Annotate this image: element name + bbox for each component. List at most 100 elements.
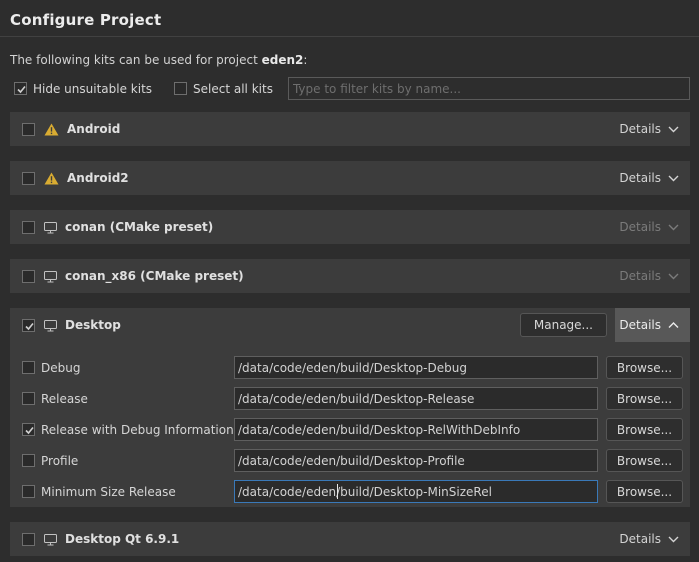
warning-icon (44, 172, 59, 185)
details-toggle[interactable]: Details (615, 112, 690, 146)
kit-checkbox[interactable] (22, 123, 35, 136)
kit-header: Android Details (10, 112, 690, 146)
kit-header: Desktop Qt 6.9.1 Details (10, 522, 690, 556)
kit-header: Android2 Details (10, 161, 690, 195)
build-config-label: Debug (41, 361, 80, 375)
kit-checkbox[interactable] (22, 221, 35, 234)
kit-card-conan: conan (CMake preset) Details (10, 210, 690, 244)
build-config-list: Debug Browse... Release (10, 342, 690, 507)
build-dir-input[interactable] (234, 418, 598, 441)
page-content: The following kits can be used for proje… (0, 53, 699, 562)
kit-name: conan (CMake preset) (65, 220, 213, 234)
details-label: Details (619, 122, 661, 136)
manage-kits-button[interactable]: Manage... (520, 313, 607, 337)
kit-name: Android (67, 122, 120, 136)
browse-button[interactable]: Browse... (606, 480, 683, 503)
checkmark-icon (23, 424, 36, 437)
build-dir-field-wrap (234, 387, 598, 410)
details-toggle: Details (615, 210, 690, 244)
project-name: eden2 (262, 53, 304, 67)
browse-button[interactable]: Browse... (606, 418, 683, 441)
kit-name: Desktop Qt 6.9.1 (65, 532, 179, 546)
build-config-label: Release (41, 392, 88, 406)
build-dir-field-wrap (234, 480, 598, 503)
details-toggle[interactable]: Details (615, 308, 690, 342)
build-config-label: Minimum Size Release (41, 485, 176, 499)
details-toggle: Details (615, 259, 690, 293)
select-all-kits-label: Select all kits (193, 82, 273, 96)
build-config-checkbox[interactable] (22, 485, 35, 498)
browse-button[interactable]: Browse... (606, 387, 683, 410)
kits-hint-text: The following kits can be used for proje… (10, 53, 690, 67)
kit-checkbox[interactable] (22, 270, 35, 283)
build-dir-input-focused[interactable] (234, 480, 598, 503)
kit-checkbox[interactable] (22, 533, 35, 546)
build-config-row-debug: Debug Browse... (22, 356, 690, 379)
details-label: Details (619, 269, 661, 283)
kit-card-conan-x86: conan_x86 (CMake preset) Details (10, 259, 690, 293)
build-config-checkbox[interactable] (22, 392, 35, 405)
build-config-option: Debug (22, 361, 234, 375)
chevron-down-icon (668, 175, 679, 182)
build-config-label: Profile (41, 454, 78, 468)
build-dir-input[interactable] (234, 356, 598, 379)
details-toggle[interactable]: Details (615, 522, 690, 556)
details-label: Details (619, 171, 661, 185)
kit-header: conan (CMake preset) Details (10, 210, 690, 244)
kit-name: conan_x86 (CMake preset) (65, 269, 244, 283)
chevron-down-icon (668, 126, 679, 133)
desktop-icon (44, 533, 57, 546)
build-dir-field-wrap (234, 418, 598, 441)
select-all-kits-option[interactable]: Select all kits (174, 82, 273, 96)
build-config-option: Minimum Size Release (22, 485, 234, 499)
build-config-row-release: Release Browse... (22, 387, 690, 410)
details-toggle[interactable]: Details (615, 161, 690, 195)
chevron-down-icon (668, 536, 679, 543)
warning-icon (44, 123, 59, 136)
build-config-checkbox[interactable] (22, 423, 35, 436)
kit-card-android2: Android2 Details (10, 161, 690, 195)
build-config-option: Release (22, 392, 234, 406)
hide-unsuitable-kits-checkbox[interactable] (14, 82, 27, 95)
select-all-kits-checkbox[interactable] (174, 82, 187, 95)
details-label: Details (619, 532, 661, 546)
build-dir-input[interactable] (234, 387, 598, 410)
build-config-row-profile: Profile Browse... (22, 449, 690, 472)
checkmark-icon (23, 320, 36, 333)
build-config-label: Release with Debug Information (41, 423, 234, 437)
text-caret (337, 484, 338, 499)
kit-list: Android Details Android2 Details (10, 112, 690, 562)
page-header: Configure Project (0, 0, 699, 37)
kits-hint-suffix: : (303, 53, 307, 67)
build-config-option: Profile (22, 454, 234, 468)
checkmark-icon (15, 83, 28, 96)
page-title: Configure Project (10, 11, 689, 29)
kit-card-android: Android Details (10, 112, 690, 146)
desktop-icon (44, 221, 57, 234)
build-config-checkbox[interactable] (22, 361, 35, 374)
configure-project-page: Configure Project The following kits can… (0, 0, 699, 562)
build-config-row-relwithdebinfo: Release with Debug Information Browse... (22, 418, 690, 441)
kit-checkbox[interactable] (22, 319, 35, 332)
desktop-icon (44, 319, 57, 332)
details-label: Details (619, 318, 661, 332)
kit-filter-input[interactable] (288, 77, 690, 100)
hide-unsuitable-kits-option[interactable]: Hide unsuitable kits (14, 82, 152, 96)
browse-button[interactable]: Browse... (606, 449, 683, 472)
kit-card-desktop: Desktop Manage... Details Debug (10, 308, 690, 507)
chevron-up-icon (668, 322, 679, 329)
chevron-down-icon (668, 273, 679, 280)
build-config-row-minsizerel: Minimum Size Release Browse... (22, 480, 690, 503)
build-dir-input[interactable] (234, 449, 598, 472)
details-label: Details (619, 220, 661, 234)
build-config-checkbox[interactable] (22, 454, 35, 467)
kit-name: Android2 (67, 171, 129, 185)
kit-checkbox[interactable] (22, 172, 35, 185)
kit-card-desktop-qt: Desktop Qt 6.9.1 Details (10, 522, 690, 556)
hide-unsuitable-kits-label: Hide unsuitable kits (33, 82, 152, 96)
kit-name: Desktop (65, 318, 121, 332)
browse-button[interactable]: Browse... (606, 356, 683, 379)
build-dir-field-wrap (234, 449, 598, 472)
kits-hint-prefix: The following kits can be used for proje… (10, 53, 262, 67)
build-config-option: Release with Debug Information (22, 423, 234, 437)
